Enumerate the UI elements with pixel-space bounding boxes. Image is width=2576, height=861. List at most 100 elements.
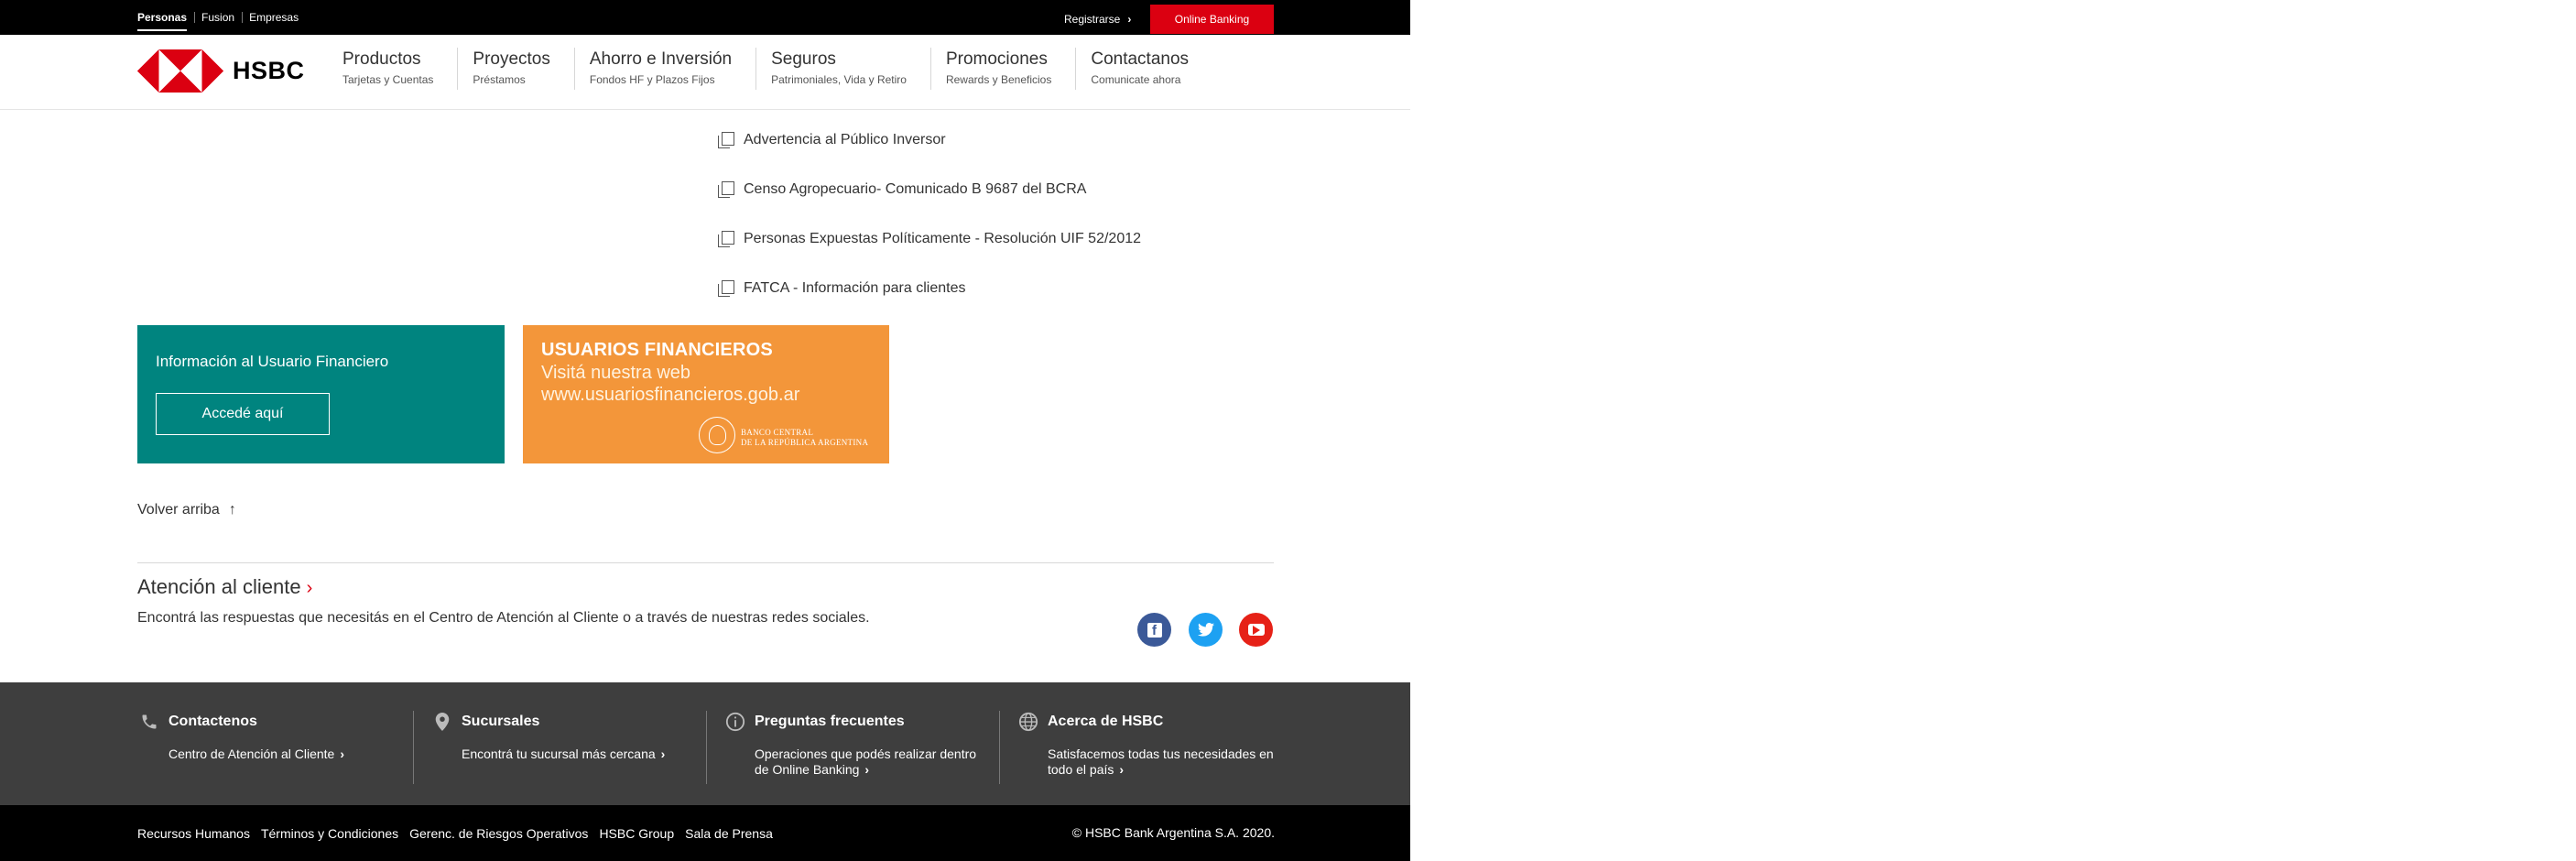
tab-empresas[interactable]: Empresas — [242, 0, 306, 35]
footer-separator — [706, 711, 707, 784]
info-icon — [723, 710, 747, 734]
access-here-button[interactable]: Accedé aquí — [156, 393, 330, 435]
twitter-icon[interactable] — [1189, 613, 1223, 647]
document-links: Advertencia al Público Inversor Censo Ag… — [718, 115, 1141, 313]
customer-service-link[interactable]: Atención al cliente › — [137, 575, 312, 599]
page: Personas Fusion Empresas Registrarse › On… — [0, 0, 1410, 861]
nav-subtitle: Tarjetas y Cuentas — [342, 73, 434, 86]
document-copy-icon — [718, 132, 734, 148]
copyright: © HSBC Bank Argentina S.A. 2020. — [1071, 825, 1275, 840]
nav-title: Promociones — [945, 49, 1048, 69]
chevron-right-icon: › — [306, 578, 313, 598]
footer-col-link[interactable]: Centro de Atención al Cliente › — [168, 747, 397, 762]
nav-item-proyectos[interactable]: Proyectos Préstamos — [457, 48, 573, 90]
banner-heading: USUARIOS FINANCIEROS — [541, 340, 773, 360]
legal-links: Recursos Humanos Términos y Condiciones … — [137, 805, 784, 861]
doc-link-label: FATCA - Información para clientes — [744, 280, 966, 296]
doc-link-label: Personas Expuestas Políticamente - Resol… — [744, 231, 1142, 246]
online-banking-button[interactable]: Online Banking — [1150, 5, 1274, 34]
chevron-right-icon: › — [660, 747, 666, 761]
phone-icon — [137, 710, 161, 734]
hsbc-hexagon-icon — [137, 49, 223, 93]
top-bar: Personas Fusion Empresas Registrarse › On… — [0, 0, 1410, 35]
doc-link[interactable]: Personas Expuestas Políticamente - Resol… — [718, 214, 1141, 264]
nav-subtitle: Fondos HF y Plazos Fijos — [589, 73, 715, 86]
doc-link-label: Censo Agropecuario- Comunicado B 9687 de… — [744, 181, 1087, 197]
link-hsbc-group[interactable]: HSBC Group — [599, 826, 674, 841]
footer-col-link[interactable]: Satisfacemos todas tus necesidades en to… — [1048, 747, 1277, 778]
doc-link[interactable]: FATCA - Información para clientes — [718, 264, 1141, 313]
nav-title: Contactanos — [1091, 49, 1190, 69]
usuarios-financieros-banner[interactable]: USUARIOS FINANCIEROS Visitá nuestra web … — [523, 325, 889, 463]
link-terminos[interactable]: Términos y Condiciones — [261, 826, 398, 841]
financial-user-info-card: Información al Usuario Financiero Accedé… — [137, 325, 505, 463]
facebook-icon[interactable]: f — [1137, 613, 1171, 647]
document-copy-icon — [718, 231, 734, 247]
bcra-name: BANCO CENTRAL DE LA REPÚBLICA ARGENTINA — [741, 428, 868, 448]
nav-subtitle: Comunicate ahora — [1091, 73, 1181, 86]
doc-link[interactable]: Advertencia al Público Inversor — [718, 115, 1141, 165]
brand-name: HSBC — [233, 57, 305, 84]
nav-subtitle: Rewards y Beneficios — [945, 73, 1052, 86]
globe-icon — [1016, 710, 1040, 734]
nav-item-promociones[interactable]: Promociones Rewards y Beneficios — [929, 48, 1075, 90]
back-to-top-link[interactable]: Volver arriba ↑ — [137, 502, 236, 518]
document-copy-icon — [718, 181, 734, 198]
footer-col-link[interactable]: Operaciones que podés realizar dentro de… — [755, 747, 984, 778]
customer-service-text: Encontrá las respuestas que necesitás en… — [137, 610, 870, 626]
footer-col-link[interactable]: Encontrá tu sucursal más cercana › — [462, 747, 690, 762]
footer-col-title: Sucursales — [462, 714, 540, 729]
banner-line1: Visitá nuestra web — [541, 363, 691, 383]
bottom-bar: Recursos Humanos Términos y Condiciones … — [0, 805, 1410, 861]
nav-subtitle: Patrimoniales, Vida y Retiro — [771, 73, 907, 86]
footer-col-faq: Preguntas frecuentes Operaciones que pod… — [723, 710, 998, 778]
hsbc-logo[interactable]: HSBC — [137, 49, 305, 93]
info-card-title: Información al Usuario Financiero — [156, 353, 389, 370]
footer-col-title: Contactenos — [168, 714, 257, 729]
footer-col-about: Acerca de HSBC Satisfacemos todas tus ne… — [1016, 710, 1291, 778]
link-riesgos[interactable]: Gerenc. de Riesgos Operativos — [409, 826, 588, 841]
link-recursos-humanos[interactable]: Recursos Humanos — [137, 826, 250, 841]
segment-tabs: Personas Fusion Empresas — [137, 0, 306, 35]
footer-separator — [999, 711, 1000, 784]
tab-fusion[interactable]: Fusion — [194, 0, 242, 35]
nav-title: Proyectos — [473, 49, 550, 69]
footer-col-title: Acerca de HSBC — [1048, 714, 1164, 729]
nav-title: Ahorro e Inversión — [589, 49, 733, 69]
footer-col-contact: Contactenos Centro de Atención al Client… — [137, 710, 412, 762]
chevron-right-icon: › — [1119, 762, 1125, 777]
doc-link[interactable]: Censo Agropecuario- Comunicado B 9687 de… — [718, 165, 1141, 214]
nav-item-productos[interactable]: Productos Tarjetas y Cuentas — [328, 48, 457, 90]
bcra-name-line1: BANCO CENTRAL — [741, 428, 814, 437]
nav-item-ahorro-inversion[interactable]: Ahorro e Inversión Fondos HF y Plazos Fi… — [573, 48, 755, 90]
document-copy-icon — [718, 280, 734, 297]
register-link[interactable]: Registrarse › — [1064, 0, 1131, 35]
customer-service-title: Atención al cliente — [137, 575, 301, 598]
youtube-icon[interactable] — [1239, 613, 1273, 647]
section-divider — [137, 562, 1274, 563]
nav-item-seguros[interactable]: Seguros Patrimoniales, Vida y Retiro — [755, 48, 930, 90]
banner-url: www.usuariosfinancieros.gob.ar — [541, 385, 800, 405]
footer: Contactenos Centro de Atención al Client… — [0, 682, 1410, 805]
back-to-top-label: Volver arriba — [137, 502, 220, 518]
chevron-right-icon: › — [864, 762, 870, 777]
bcra-name-line2: DE LA REPÚBLICA ARGENTINA — [741, 438, 869, 447]
nav-title: Seguros — [771, 49, 836, 69]
main-header: HSBC Productos Tarjetas y Cuentas Proyec… — [0, 35, 1410, 110]
location-pin-icon — [430, 710, 454, 734]
register-label: Registrarse — [1064, 13, 1121, 26]
doc-link-label: Advertencia al Público Inversor — [744, 132, 946, 147]
link-sala-prensa[interactable]: Sala de Prensa — [685, 826, 773, 841]
nav-item-contactanos[interactable]: Contactanos Comunicate ahora — [1075, 48, 1212, 90]
arrow-up-icon: ↑ — [228, 502, 236, 518]
nav-title: Productos — [342, 49, 421, 69]
chevron-right-icon: › — [1127, 13, 1132, 26]
main-nav: Productos Tarjetas y Cuentas Proyectos P… — [328, 48, 1212, 90]
footer-col-title: Preguntas frecuentes — [755, 714, 905, 729]
bcra-seal-icon — [699, 417, 735, 453]
footer-col-branches: Sucursales Encontrá tu sucursal más cerc… — [430, 710, 705, 762]
nav-subtitle: Préstamos — [473, 73, 526, 86]
footer-separator — [413, 711, 414, 784]
tab-personas[interactable]: Personas — [137, 0, 194, 35]
chevron-right-icon: › — [340, 747, 345, 761]
